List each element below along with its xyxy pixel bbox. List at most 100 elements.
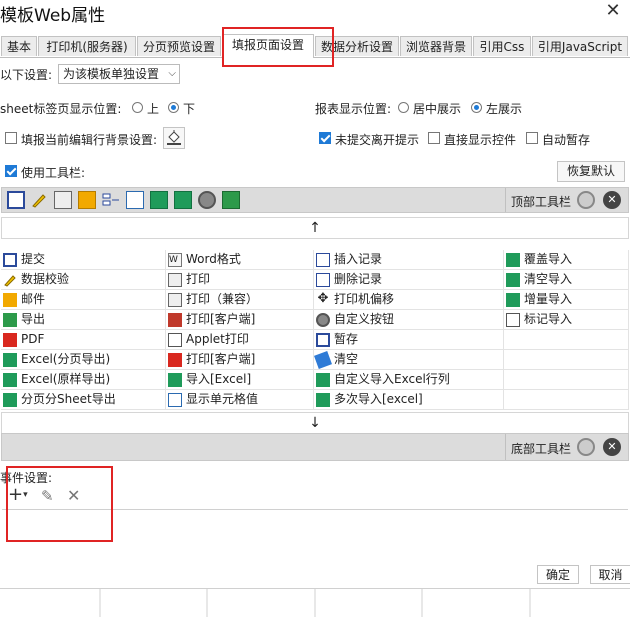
grid-button-multi-import[interactable]: 多次导入[excel] xyxy=(314,390,504,410)
grid-button-delete-record[interactable]: 删除记录 xyxy=(314,270,504,290)
grid-button-printer-offset[interactable]: ✥ 打印机偏移 xyxy=(314,290,504,310)
save-icon[interactable] xyxy=(7,191,25,209)
grid-button-label: 显示单元格值 xyxy=(186,392,259,406)
pdf-icon xyxy=(3,333,17,347)
top-toolbar-close-icon[interactable]: ✕ xyxy=(603,191,621,209)
tab-fill-page[interactable]: 填报页面设置 xyxy=(222,34,314,58)
gear-icon[interactable] xyxy=(198,191,216,209)
save-icon xyxy=(3,253,17,267)
grid-button-word[interactable]: W Word格式 xyxy=(166,250,314,270)
grid-button-print[interactable]: 打印 xyxy=(166,270,314,290)
grid-button-applet-print[interactable]: Applet打印 xyxy=(166,330,314,350)
insert-row-icon[interactable] xyxy=(102,191,120,209)
grid-button-excel-original[interactable]: Excel(原样导出) xyxy=(1,370,166,390)
grid-button-insert-record[interactable]: 插入记录 xyxy=(314,250,504,270)
grid-button-custom[interactable]: 自定义按钮 xyxy=(314,310,504,330)
tab-printer[interactable]: 打印机(服务器) xyxy=(38,36,136,56)
cell-icon[interactable] xyxy=(126,191,144,209)
grid-button-temp-save[interactable]: 暂存 xyxy=(314,330,504,350)
close-icon[interactable]: ✕ xyxy=(604,2,622,20)
grid-button-incremental-import[interactable]: 增量导入 xyxy=(504,290,629,310)
grid-button-mark-import[interactable]: 标记导入 xyxy=(504,310,629,330)
print-client-icon xyxy=(168,313,182,327)
sheet-pos-label: sheet标签页显示位置: xyxy=(0,102,122,116)
grid-button-print-compat[interactable]: 打印（兼容） xyxy=(166,290,314,310)
tab-basic[interactable]: 基本 xyxy=(1,36,37,56)
bottom-toolbar-gear-icon[interactable] xyxy=(577,438,595,456)
applet-icon xyxy=(168,333,182,347)
grid-button-show-cell[interactable]: 显示单元格值 xyxy=(166,390,314,410)
grid-button-clear[interactable]: 清空 xyxy=(314,350,504,370)
tab-javascript[interactable]: 引用JavaScript xyxy=(532,36,628,56)
dialog-footer: 确定 取消 xyxy=(0,560,630,588)
grid-button-label: Applet打印 xyxy=(186,332,249,346)
grid-button-label: 打印机偏移 xyxy=(334,292,395,306)
tab-data-analysis[interactable]: 数据分析设置 xyxy=(315,36,399,56)
excel-import-icon[interactable] xyxy=(174,191,192,209)
top-toolbar-label: 顶部工具栏 xyxy=(511,195,572,209)
pencil-icon xyxy=(3,273,17,287)
grid-button-overwrite-import[interactable]: 覆盖导入 xyxy=(504,250,629,270)
grid-button-export[interactable]: 导出 xyxy=(1,310,166,330)
ok-button[interactable]: 确定 xyxy=(537,565,579,584)
delete-icon[interactable]: ✕ xyxy=(67,486,80,505)
move-up-arrow[interactable]: ↑ xyxy=(1,217,629,239)
export-icon xyxy=(3,313,17,327)
grid-button-custom-import[interactable]: 自定义导入Excel行列 xyxy=(314,370,504,390)
mail-icon[interactable] xyxy=(78,191,96,209)
excel-icon xyxy=(316,393,330,407)
cancel-button[interactable]: 取消 xyxy=(590,565,630,584)
grid-button-submit[interactable]: 提交 xyxy=(1,250,166,270)
grid-empty-cell xyxy=(504,330,629,350)
sheet-bottom-radio[interactable] xyxy=(168,102,179,113)
grid-empty-cell xyxy=(504,370,629,390)
report-center-radio[interactable] xyxy=(398,102,409,113)
add-icon[interactable]: +▾ xyxy=(8,484,28,505)
fill-bg-checkbox[interactable] xyxy=(5,132,17,144)
events-list[interactable] xyxy=(2,509,628,563)
grid-button-excel-page[interactable]: Excel(分页导出) xyxy=(1,350,166,370)
auto-save-label: 自动暂存 xyxy=(542,133,591,147)
tab-browser-bg[interactable]: 浏览器背景 xyxy=(400,36,472,56)
export-icon[interactable] xyxy=(222,191,240,209)
paint-bucket-button[interactable] xyxy=(163,127,185,149)
restore-default-button[interactable]: 恢复默认 xyxy=(557,161,625,182)
mail-icon xyxy=(3,293,17,307)
grid-button-validate[interactable]: 数据校验 xyxy=(1,270,166,290)
sheet-top-label: 上 xyxy=(147,102,160,116)
report-left-radio[interactable] xyxy=(471,102,482,113)
band-divider xyxy=(505,188,506,212)
sheet-bottom-label: 下 xyxy=(183,102,196,116)
grid-button-print-client[interactable]: 打印[客户端] xyxy=(166,310,314,330)
auto-save-checkbox[interactable] xyxy=(526,132,538,144)
grid-button-label: 多次导入[excel] xyxy=(334,392,423,406)
grid-button-label: 导入[Excel] xyxy=(186,372,252,386)
excel-icon[interactable] xyxy=(150,191,168,209)
grid-button-pdf[interactable]: PDF xyxy=(1,330,166,350)
grid-button-print-client-2[interactable]: 打印[客户端] xyxy=(166,350,314,370)
grid-button-label: 清空 xyxy=(334,352,359,366)
grid-button-mail[interactable]: 邮件 xyxy=(1,290,166,310)
grid-button-label: Word格式 xyxy=(186,252,241,266)
top-toolbar-gear-icon[interactable] xyxy=(577,191,595,209)
move-down-arrow[interactable]: ↓ xyxy=(1,412,629,434)
unsubmitted-prompt-checkbox[interactable] xyxy=(319,132,331,144)
print-icon[interactable] xyxy=(54,191,72,209)
tab-page-preview[interactable]: 分页预览设置 xyxy=(137,36,221,56)
use-toolbar-checkbox[interactable] xyxy=(5,165,17,177)
grid-button-label: 自定义导入Excel行列 xyxy=(334,372,450,386)
grid-button-clear-import[interactable]: 清空导入 xyxy=(504,270,629,290)
scope-select[interactable]: 为该模板单独设置 ⌵ xyxy=(58,64,180,84)
grid-button-sheet-export[interactable]: 分页分Sheet导出 xyxy=(1,390,166,410)
grid-button-label: 暂存 xyxy=(334,332,359,346)
paint-bucket-icon xyxy=(167,130,181,145)
grid-button-label: 打印[客户端] xyxy=(186,312,256,326)
tab-css[interactable]: 引用Css xyxy=(473,36,531,56)
pencil-icon[interactable] xyxy=(30,191,48,209)
grid-button-label: 清空导入 xyxy=(524,272,573,286)
edit-icon[interactable]: ✎ xyxy=(41,487,54,505)
grid-button-import-excel[interactable]: 导入[Excel] xyxy=(166,370,314,390)
bottom-toolbar-close-icon[interactable]: ✕ xyxy=(603,438,621,456)
direct-show-ctrl-checkbox[interactable] xyxy=(428,132,440,144)
sheet-top-radio[interactable] xyxy=(132,102,143,113)
